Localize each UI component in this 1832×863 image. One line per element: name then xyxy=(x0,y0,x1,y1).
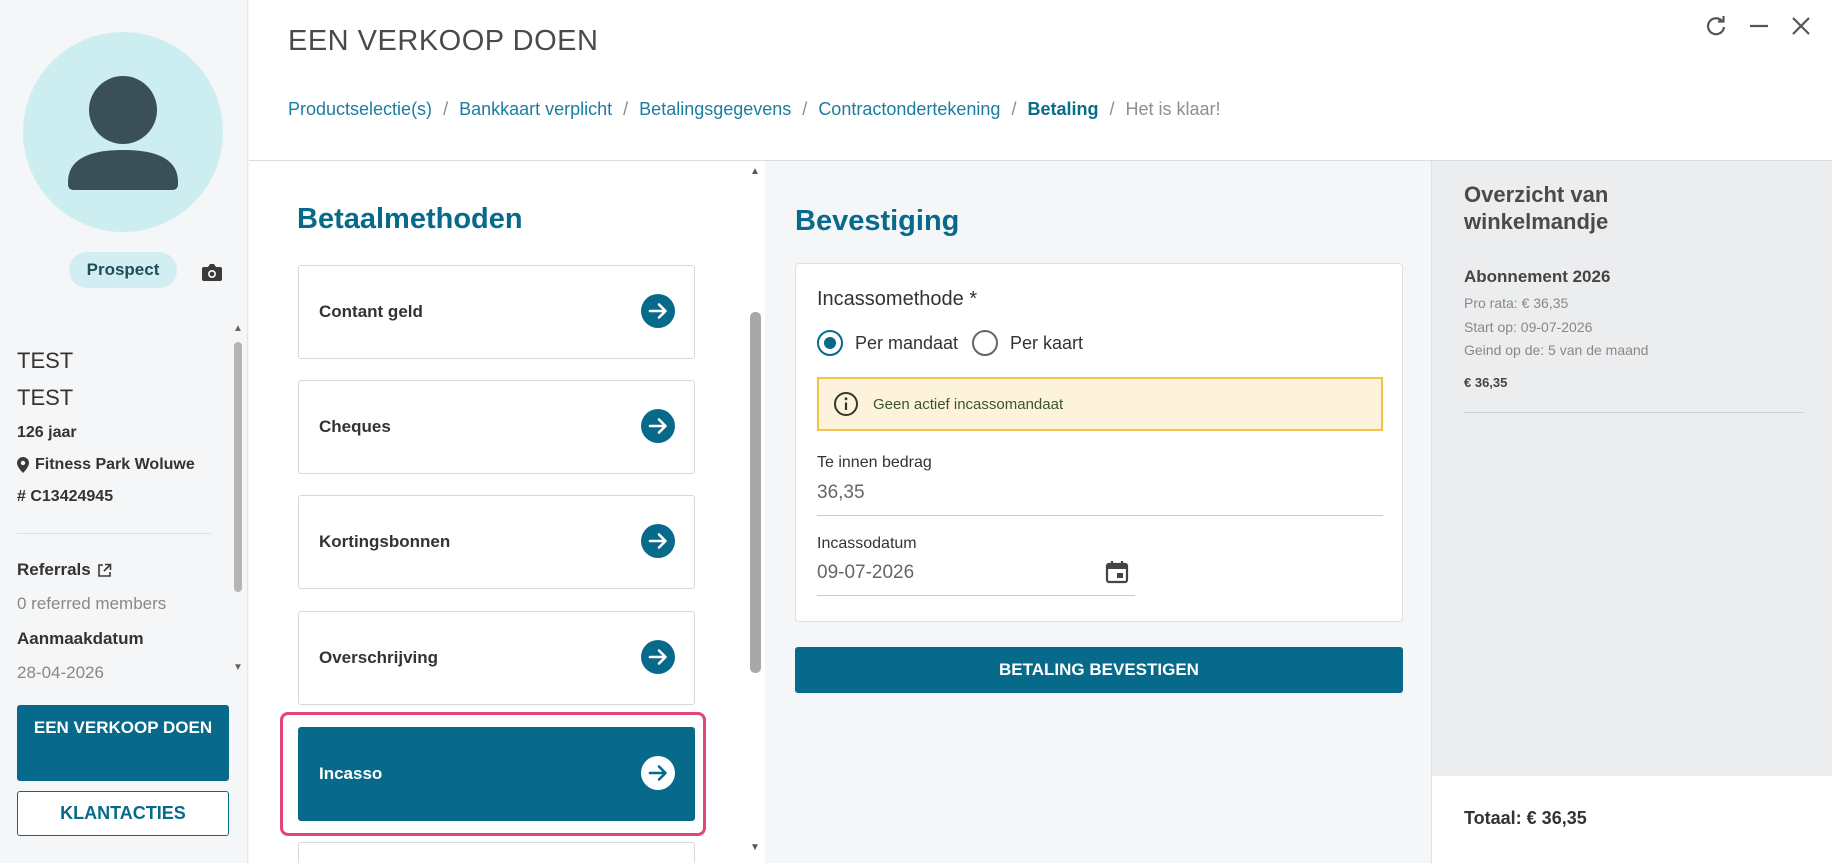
cart-total: Totaal: € 36,35 xyxy=(1464,808,1587,828)
breadcrumb-contractondertekening[interactable]: Contractondertekening xyxy=(818,99,1000,120)
method-transfer[interactable]: Overschrijving xyxy=(298,611,695,705)
breadcrumb-bankkaart[interactable]: Bankkaart verplicht xyxy=(459,99,612,120)
arrow-right-icon xyxy=(641,524,675,558)
referrals-link[interactable]: Referrals xyxy=(17,560,112,580)
created-date-value: 28-04-2026 xyxy=(17,663,104,682)
cart-item-collected: Geind op de: 5 van de maand xyxy=(1464,342,1649,358)
external-link-icon[interactable] xyxy=(97,563,112,578)
arrow-right-icon xyxy=(641,640,675,674)
camera-icon[interactable] xyxy=(201,262,223,282)
debit-date-field[interactable]: 09-07-2026 xyxy=(817,562,1135,596)
sidebar-scroll-down-icon[interactable]: ▼ xyxy=(233,662,243,673)
breadcrumb: Productselectie(s) / Bankkaart verplicht… xyxy=(288,99,1221,120)
debit-method-label: Incassomethode * xyxy=(817,288,978,310)
minimize-icon[interactable] xyxy=(1745,12,1773,40)
divider xyxy=(1464,412,1803,413)
methods-scroll-down-icon[interactable]: ▼ xyxy=(750,842,760,853)
confirmation-card: Incassomethode * Per mandaat Per kaart G… xyxy=(795,263,1403,622)
confirm-payment-button[interactable]: BETALING BEVESTIGEN xyxy=(795,647,1403,693)
make-sale-button[interactable]: EEN VERKOOP DOEN xyxy=(17,705,229,781)
breadcrumb-productselectie[interactable]: Productselectie(s) xyxy=(288,99,432,120)
radio-per-mandate[interactable]: Per mandaat xyxy=(817,330,958,356)
arrow-right-icon xyxy=(641,409,675,443)
cart-item-title: Abonnement 2026 xyxy=(1464,267,1611,286)
breadcrumb-betalingsgegevens[interactable]: Betalingsgegevens xyxy=(639,99,791,120)
method-label: Cheques xyxy=(319,417,391,436)
method-next-partial[interactable] xyxy=(298,842,695,863)
page-title: EEN VERKOOP DOEN xyxy=(288,25,599,57)
customer-id: # C13424945 xyxy=(17,488,114,505)
close-icon[interactable] xyxy=(1787,12,1815,40)
method-vouchers[interactable]: Kortingsbonnen xyxy=(298,495,695,589)
method-label: Contant geld xyxy=(319,302,423,321)
make-sale-label: EEN VERKOOP DOEN xyxy=(33,718,213,737)
customer-sidebar: Prospect ▲ ▼ TEST TEST 126 jaar Fitness … xyxy=(0,0,248,863)
method-cash[interactable]: Contant geld xyxy=(298,265,695,359)
confirmation-title: Bevestiging xyxy=(795,205,960,237)
referrals-label: Referrals xyxy=(17,560,91,579)
sidebar-scrollbar[interactable] xyxy=(234,342,242,592)
cart-item-price: € 36,35 xyxy=(1464,375,1508,390)
warning-text: Geen actief incassomandaat xyxy=(873,395,1064,413)
arrow-right-icon xyxy=(641,294,675,328)
customer-first-name: TEST xyxy=(17,348,74,373)
cart-item-start: Start op: 09-07-2026 xyxy=(1464,319,1593,335)
breadcrumb-separator: / xyxy=(1011,99,1017,119)
radio-checked-icon[interactable] xyxy=(817,330,843,356)
radio-label: Per mandaat xyxy=(855,332,959,353)
dialog-header: EEN VERKOOP DOEN Productselectie(s) / Ba… xyxy=(249,0,1832,161)
amount-label: Te innen bedrag xyxy=(817,454,932,471)
cart-title: Overzicht van winkelmandje xyxy=(1464,182,1609,234)
radio-unchecked-icon[interactable] xyxy=(972,330,998,356)
customer-last-name: TEST xyxy=(17,385,74,410)
avatar xyxy=(23,32,223,232)
info-icon xyxy=(834,392,858,416)
divider xyxy=(17,533,211,534)
debit-date-label: Incassodatum xyxy=(817,535,917,552)
amount-field[interactable]: 36,35 xyxy=(817,482,1383,516)
sidebar-scroll-up-icon[interactable]: ▲ xyxy=(233,323,243,334)
customer-actions-button[interactable]: KLANTACTIES xyxy=(17,791,229,836)
payment-methods-title: Betaalmethoden xyxy=(297,203,523,235)
user-icon xyxy=(68,76,178,190)
no-mandate-warning: Geen actief incassomandaat xyxy=(817,377,1383,431)
customer-location-label: Fitness Park Woluwe xyxy=(35,456,195,473)
confirmation-panel: Bevestiging Incassomethode * Per mandaat… xyxy=(765,161,1431,863)
calendar-icon[interactable] xyxy=(1104,559,1130,585)
breadcrumb-klaar: Het is klaar! xyxy=(1125,99,1221,119)
breadcrumb-separator: / xyxy=(443,99,449,119)
refresh-icon[interactable] xyxy=(1702,12,1730,40)
method-cheques[interactable]: Cheques xyxy=(298,380,695,474)
created-date-label: Aanmaakdatum xyxy=(17,629,144,648)
referrals-count: 0 referred members xyxy=(17,594,167,613)
method-label: Overschrijving xyxy=(319,648,439,667)
location-pin-icon xyxy=(17,457,29,473)
method-label: Kortingsbonnen xyxy=(319,532,451,551)
methods-scroll-up-icon[interactable]: ▲ xyxy=(750,166,760,177)
status-badge: Prospect xyxy=(69,252,177,288)
cart-item-pro-rata: Pro rata: € 36,35 xyxy=(1464,295,1569,311)
breadcrumb-separator: / xyxy=(1109,99,1115,119)
selection-highlight xyxy=(280,712,706,836)
cart-summary-panel: Overzicht van winkelmandje Abonnement 20… xyxy=(1431,161,1832,863)
breadcrumb-betaling: Betaling xyxy=(1027,99,1099,119)
methods-scrollbar[interactable] xyxy=(750,312,761,673)
breadcrumb-separator: / xyxy=(623,99,629,119)
customer-location: Fitness Park Woluwe xyxy=(17,456,195,474)
cart-footer: Totaal: € 36,35 xyxy=(1432,776,1832,863)
breadcrumb-separator: / xyxy=(802,99,808,119)
customer-age: 126 jaar xyxy=(17,424,77,441)
radio-label: Per kaart xyxy=(1010,332,1084,353)
radio-per-card[interactable]: Per kaart xyxy=(972,330,1083,356)
